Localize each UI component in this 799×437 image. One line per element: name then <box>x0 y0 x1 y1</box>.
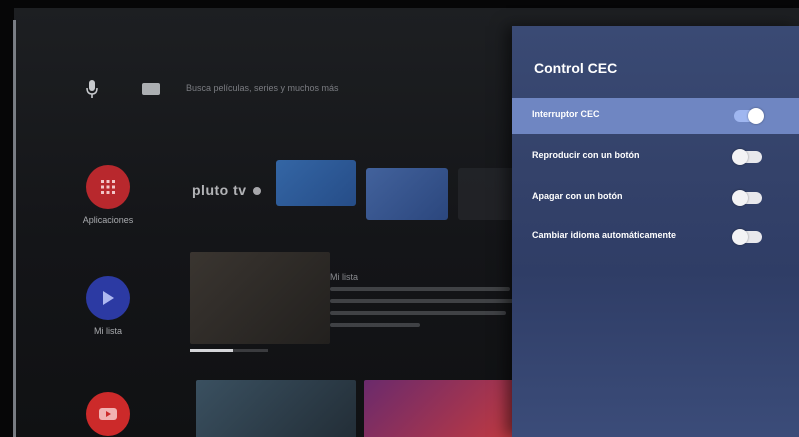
youtube-icon <box>86 392 130 436</box>
nav-item-my-list[interactable]: Mi lista <box>58 276 158 336</box>
channel-tile-2[interactable] <box>366 168 448 220</box>
content-title: Mi lista <box>330 272 359 282</box>
panel-title: Control CEC <box>534 60 618 76</box>
toggle-knob <box>732 190 748 206</box>
content-thumbnail-2[interactable] <box>196 380 356 437</box>
tv-bezel-highlight <box>13 20 16 437</box>
toggle-switch[interactable] <box>734 108 764 124</box>
toggle-knob <box>748 108 764 124</box>
setting-label: Apagar con un botón <box>532 191 623 201</box>
content-thumbnail[interactable] <box>190 252 330 344</box>
setting-label: Interruptor CEC <box>532 109 600 119</box>
keyboard-input-icon[interactable] <box>142 83 160 95</box>
search-hint[interactable]: Busca películas, series y muchos más <box>186 83 339 93</box>
toggle-switch[interactable] <box>732 229 762 245</box>
toggle-knob <box>732 149 748 165</box>
setting-row-cec-switch[interactable]: Interruptor CEC <box>512 98 799 134</box>
apps-grid-icon <box>86 165 130 209</box>
toggle-switch[interactable] <box>732 190 762 206</box>
pluto-tv-logo[interactable]: pluto tv <box>192 182 261 198</box>
setting-label: Cambiar idioma automáticamente <box>532 230 677 240</box>
toggle-switch[interactable] <box>732 149 762 165</box>
pluto-dot-icon <box>252 187 261 196</box>
content-description <box>330 287 520 335</box>
toggle-knob <box>732 229 748 245</box>
setting-label: Reproducir con un botón <box>532 150 640 160</box>
cec-settings-panel: Control CEC Interruptor CEC Reproducir c… <box>512 26 799 437</box>
content-thumbnail-3[interactable] <box>364 380 514 437</box>
pluto-tv-label: pluto tv <box>192 182 247 198</box>
nav-label-my-list: Mi lista <box>93 326 122 336</box>
setting-row-auto-language[interactable]: Cambiar idioma automáticamente <box>512 219 799 255</box>
tv-bezel-top <box>0 0 799 8</box>
setting-row-one-touch-play[interactable]: Reproducir con un botón <box>512 139 799 175</box>
setting-row-one-touch-off[interactable]: Apagar con un botón <box>512 180 799 216</box>
nav-item-youtube[interactable] <box>58 392 158 436</box>
progress-fill <box>190 349 233 352</box>
nav-item-apps[interactable]: Aplicaciones <box>58 165 158 225</box>
channel-tile-3[interactable] <box>458 168 518 220</box>
microphone-icon[interactable] <box>86 80 98 98</box>
progress-track <box>190 349 268 352</box>
play-icon <box>86 276 130 320</box>
tv-bezel-left <box>0 0 14 437</box>
nav-label-apps: Aplicaciones <box>82 215 134 225</box>
channel-tile-1[interactable] <box>276 160 356 206</box>
